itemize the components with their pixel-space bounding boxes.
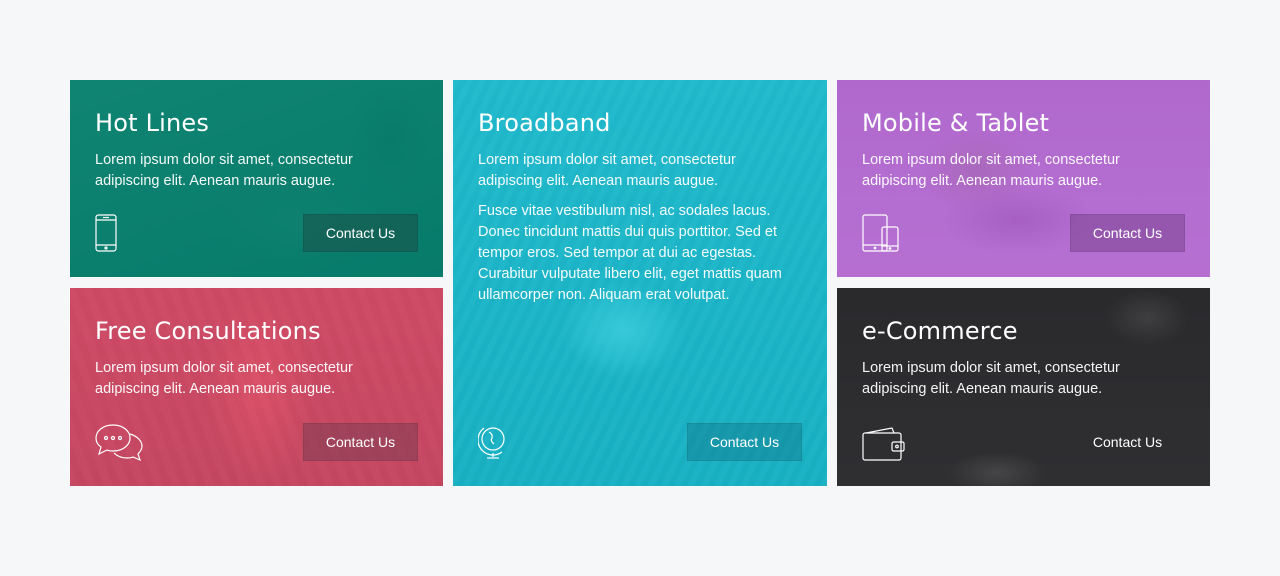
card-hot-lines: Hot Lines Lorem ipsum dolor sit amet, co… [70,80,443,277]
smartphone-icon [95,214,117,252]
tablet-phone-icon [862,214,900,252]
card-description: Lorem ipsum dolor sit amet, consectetur … [95,152,353,189]
card-description: Lorem ipsum dolor sit amet, consectetur … [862,360,1120,397]
card-description: Lorem ipsum dolor sit amet, consectetur … [478,152,736,189]
contact-us-button[interactable]: Contact Us [687,423,802,461]
card-e-commerce: e-Commerce Lorem ipsum dolor sit amet, c… [837,288,1210,486]
card-free-consultations: Free Consultations Lorem ipsum dolor sit… [70,288,443,486]
globe-icon [478,423,508,461]
contact-us-button[interactable]: Contact Us [303,423,418,461]
contact-us-button[interactable]: Contact Us [1070,214,1185,252]
card-mobile-tablet: Mobile & Tablet Lorem ipsum dolor sit am… [837,80,1210,277]
contact-us-button[interactable]: Contact Us [1070,423,1185,461]
card-title: Broadband [478,109,611,137]
wallet-icon [862,427,906,461]
card-title: Hot Lines [95,109,210,137]
card-description: Lorem ipsum dolor sit amet, consectetur … [862,152,1120,189]
card-title: e-Commerce [862,317,1018,345]
card-title: Mobile & Tablet [862,109,1050,137]
card-title: Free Consultations [95,317,321,345]
services-grid: Hot Lines Lorem ipsum dolor sit amet, co… [70,80,1210,486]
contact-us-button[interactable]: Contact Us [303,214,418,252]
chat-bubbles-icon [95,423,143,461]
card-broadband: Broadband Lorem ipsum dolor sit amet, co… [453,80,827,486]
card-description: Lorem ipsum dolor sit amet, consectetur … [95,360,353,397]
card-extra-description: Fusce vitae vestibulum nisl, ac sodales … [478,203,782,303]
